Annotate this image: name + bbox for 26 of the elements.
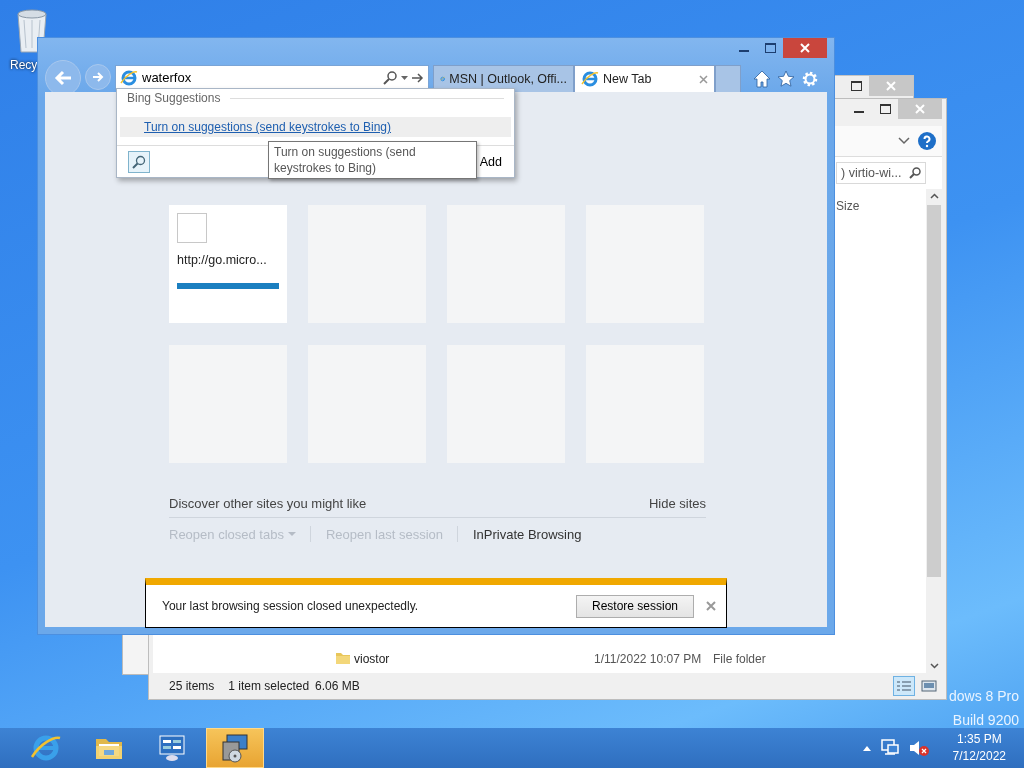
address-bar[interactable]: waterfox xyxy=(115,65,429,90)
file-date: 1/11/2022 10:07 PM xyxy=(594,652,703,666)
discover-text: Discover other sites you might like xyxy=(169,496,367,511)
selection-status: 1 item selected xyxy=(228,679,310,693)
file-name[interactable]: viostor xyxy=(354,652,594,666)
clock[interactable]: 1:35 PM 7/12/2022 xyxy=(952,731,1006,765)
notification-message: Your last browsing session closed unexpectedly. xyxy=(162,599,420,613)
section-header: Bing Suggestions xyxy=(127,91,221,105)
edition-text: dows 8 Pro xyxy=(948,687,1019,706)
action-link[interactable]: InPrivate Browsing xyxy=(473,526,596,542)
browser-tab[interactable]: MSN | Outlook, Offi... xyxy=(433,65,574,92)
tooltip: Turn on suggestions (send keystrokes to Bing) xyxy=(268,141,477,179)
column-header[interactable]: Size xyxy=(836,199,860,213)
add-button[interactable]: Add xyxy=(479,154,502,169)
icon-label: Recy xyxy=(10,58,38,72)
file-type: File folder xyxy=(713,652,767,666)
search-input[interactable]: ) virtio-wi... xyxy=(841,166,907,180)
edition-text: Build 9200 xyxy=(951,711,1019,730)
hide-sites-link[interactable]: Hide sites xyxy=(648,496,706,511)
selection-size: 6.06 MB xyxy=(315,679,360,693)
item-count: 25 items xyxy=(169,679,215,693)
restore-session-button[interactable]: Restore session xyxy=(576,594,694,618)
address-input[interactable]: waterfox xyxy=(142,70,379,85)
search-field[interactable]: ) virtio-wi... xyxy=(836,162,926,184)
browser-tab[interactable]: New Tab xyxy=(574,65,715,92)
site-tile[interactable]: http://go.micro... xyxy=(169,205,287,323)
